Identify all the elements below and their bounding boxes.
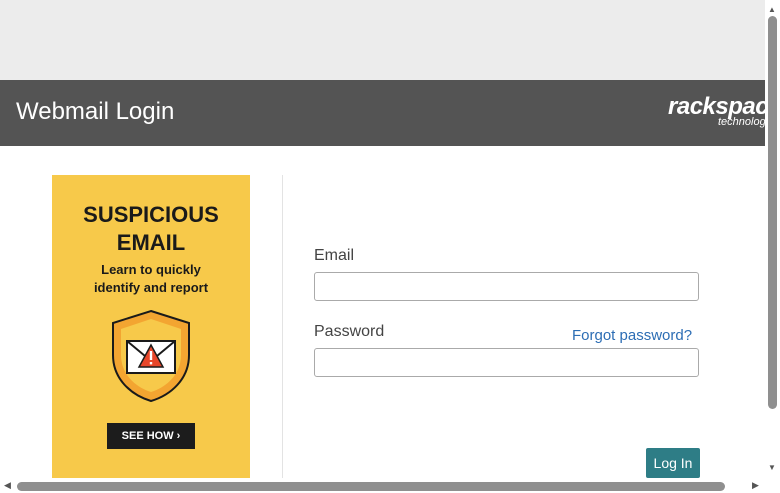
email-input[interactable]	[314, 272, 699, 301]
top-banner-area	[0, 0, 765, 80]
scroll-right-arrow-icon[interactable]: ▶	[752, 480, 759, 491]
email-label: Email	[314, 247, 355, 264]
suspicious-email-ad[interactable]: SUSPICIOUS EMAIL Learn to quickly identi…	[52, 175, 250, 478]
scroll-left-arrow-icon[interactable]: ◀	[4, 480, 11, 491]
scroll-up-arrow-icon[interactable]: ▲	[768, 5, 776, 14]
ad-headline-2: EMAIL	[116, 230, 186, 255]
ad-subline-2: identify and report	[93, 280, 209, 295]
page-title: Webmail Login	[16, 98, 175, 125]
vertical-scrollbar[interactable]: ▲ ▼	[765, 0, 780, 478]
horizontal-scrollbar[interactable]: ◀ ▶	[0, 478, 780, 493]
rackspace-logo[interactable]: rackspace technology	[668, 94, 765, 129]
password-input[interactable]	[314, 348, 699, 377]
shield-warning-envelope-icon	[112, 309, 190, 403]
login-content: SUSPICIOUS EMAIL Learn to quickly identi…	[0, 146, 765, 478]
ad-subline-1: Learn to quickly	[101, 262, 201, 277]
ad-headline-1: SUSPICIOUS	[83, 202, 219, 227]
horizontal-scroll-thumb[interactable]	[17, 482, 725, 491]
page-header: Webmail Login rackspace technology	[0, 80, 765, 146]
see-how-button[interactable]: SEE HOW ›	[107, 423, 195, 449]
vertical-scroll-thumb[interactable]	[768, 16, 777, 409]
logo-tagline: technology	[718, 116, 765, 128]
login-button[interactable]: Log In	[646, 448, 700, 478]
scroll-down-arrow-icon[interactable]: ▼	[768, 463, 776, 472]
password-label: Password	[314, 323, 385, 340]
forgot-password-link[interactable]: Forgot password?	[572, 327, 692, 344]
vertical-divider	[282, 175, 283, 478]
